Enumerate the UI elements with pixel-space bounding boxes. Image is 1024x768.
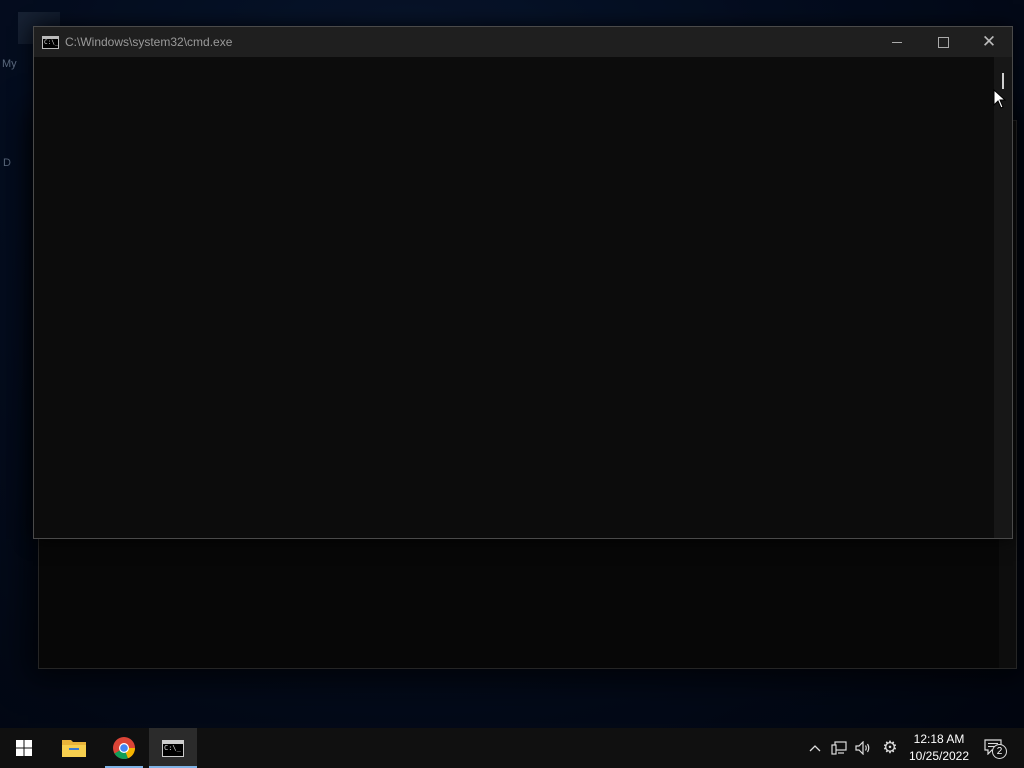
maximize-icon — [937, 36, 949, 48]
vertical-scrollbar[interactable] — [994, 57, 1012, 538]
show-hidden-icons-button[interactable] — [804, 728, 826, 768]
file-explorer-button[interactable] — [51, 728, 97, 768]
cmd-taskbar-button[interactable]: C:\_ — [149, 728, 197, 768]
close-button[interactable]: ✕ — [966, 27, 1012, 57]
console-output[interactable] — [34, 57, 994, 538]
notifications-button[interactable]: 2 — [980, 728, 1008, 768]
volume-icon — [854, 741, 869, 755]
minimize-button[interactable] — [874, 27, 920, 57]
start-button[interactable] — [0, 728, 48, 768]
taskbar: C:\_ ⚙ 12:18 AM 10/25/2022 2 — [0, 728, 1024, 768]
clock-time: 12:18 AM — [913, 732, 965, 746]
cmd-icon: C:\_ — [42, 35, 59, 49]
window-title: C:\Windows\system32\cmd.exe — [65, 35, 233, 49]
network-icon — [831, 741, 847, 755]
cmd-task-glyph: C:\_ — [164, 743, 181, 752]
close-icon: ✕ — [981, 31, 997, 52]
settings-button[interactable]: ⚙ — [878, 728, 902, 768]
cmd-icon-glyph: C:\_ — [44, 38, 59, 46]
cmd-window[interactable]: C:\_ C:\Windows\system32\cmd.exe ✕ — [33, 26, 1013, 539]
notification-count-badge: 2 — [992, 744, 1007, 759]
chrome-button[interactable] — [101, 728, 147, 768]
settings-icon: ⚙ — [882, 738, 898, 758]
mouse-cursor-icon — [993, 89, 1007, 109]
title-bar[interactable]: C:\_ C:\Windows\system32\cmd.exe ✕ — [34, 27, 1012, 57]
file-explorer-icon — [62, 740, 86, 757]
minimize-icon — [892, 41, 902, 43]
windows-logo-icon — [16, 740, 32, 756]
scrollbar-thumb[interactable] — [1002, 73, 1004, 89]
clock-date: 10/25/2022 — [908, 749, 970, 763]
maximize-button[interactable] — [920, 27, 966, 57]
cmd-icon: C:\_ — [162, 739, 184, 757]
chevron-up-icon — [809, 745, 821, 752]
chrome-icon — [113, 737, 136, 760]
volume-button[interactable] — [852, 728, 874, 768]
desktop: My D C:\_ C:\Windows\system32\cmd.exe ✕ — [0, 0, 1024, 728]
network-button[interactable] — [828, 728, 850, 768]
clock[interactable]: 12:18 AM 10/25/2022 — [904, 728, 974, 768]
